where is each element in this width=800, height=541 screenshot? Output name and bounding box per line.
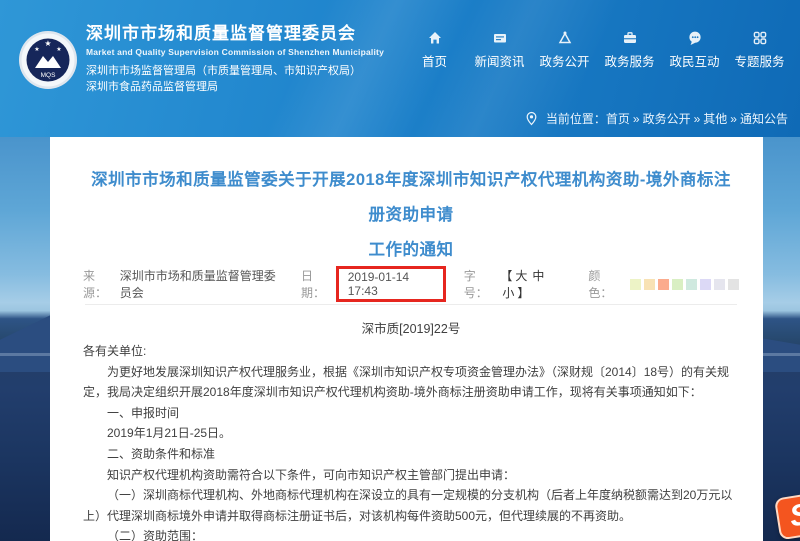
breadcrumb-item-other[interactable]: 其他 [703,110,727,127]
color-swatch[interactable] [714,279,725,290]
org-name-en: Market and Quality Supervision Commissio… [86,47,384,57]
scale-icon [557,30,573,46]
news-icon [492,30,508,46]
bureau-link-market[interactable]: 深圳市市场监督管理局（市质量管理局、市知识产权局） [86,64,384,80]
chat-icon [687,30,703,46]
paragraph-dates: 2019年1月21日-25日。 [83,423,739,444]
source-value: 深圳市市场和质量监督管理委员会 [120,267,283,301]
page: ★ ★ ★ MQS 深圳市市场和质量监督管理委员会 Market and Qua… [0,0,800,541]
breadcrumb: 当前位置： 首页 » 政务公开 » 其他 » 通知公告 [524,110,788,127]
fontsize-label: 字号： [464,267,497,301]
article-panel: 深圳市市场和质量监管委关于开展2018年度深圳市知识产权代理机构资助-境外商标注… [50,137,763,541]
svg-text:★: ★ [34,46,39,53]
breadcrumb-separator: » [694,112,701,126]
color-swatches [627,279,739,290]
paragraph-condition-1: （一）深圳商标代理机构、外地商标代理机构在深设立的具有一定规模的分支机构（后者上… [83,485,739,526]
color-swatch[interactable] [686,279,697,290]
fontsize-bracket-open: 【 [500,269,513,283]
agency-emblem-icon: ★ ★ ★ MQS [18,30,78,90]
nav-item-special-services[interactable]: 专题服务 [727,30,792,70]
meta-divider [85,304,737,305]
color-swatch[interactable] [658,279,669,290]
agency-logo: ★ ★ ★ MQS [18,30,78,90]
date-label: 日期： [301,267,334,301]
svg-text:★: ★ [44,39,51,48]
color-swatch[interactable] [644,279,655,290]
color-swatch[interactable] [672,279,683,290]
fontsize-bracket-close: 】 [517,286,530,300]
article-body: 各有关单位: 为更好地发展深圳知识产权代理服务业，根据《深圳市知识产权专项资金管… [83,341,739,541]
grid-icon [752,30,768,46]
org-identity: 深圳市市场和质量监督管理委员会 Market and Quality Super… [86,24,384,95]
briefcase-icon [622,30,638,46]
article-title-line2: 工作的通知 [83,233,739,268]
fontsize-large-button[interactable]: 大 [515,269,528,283]
article-title-line1: 深圳市市场和质量监管委关于开展2018年度深圳市知识产权代理机构资助-境外商标注… [83,163,739,233]
color-swatch[interactable] [630,279,641,290]
home-icon [427,30,443,46]
nav-item-gov-services[interactable]: 政务服务 [597,30,662,70]
location-pin-icon [524,111,539,126]
paragraph-heading-2: 二、资助条件和标准 [83,444,739,465]
nav-item-news[interactable]: 新闻资讯 [467,30,532,70]
source-label: 来源： [83,267,116,301]
bureau-links: 深圳市市场监督管理局（市质量管理局、市知识产权局） 深圳市食品药品监督管理局 [86,64,384,95]
fontsize-small-button[interactable]: 小 [502,286,515,300]
org-name-cn: 深圳市市场和质量监督管理委员会 [86,24,384,44]
color-swatch[interactable] [700,279,711,290]
bureau-link-food-drug[interactable]: 深圳市食品药品监督管理局 [86,80,384,96]
breadcrumb-item-notices[interactable]: 通知公告 [740,110,788,127]
fontsize-medium-button[interactable]: 中 [532,269,545,283]
paragraph-condition-2: （二）资助范围： [83,526,739,541]
color-label: 颜色： [588,267,621,301]
color-swatch[interactable] [728,279,739,290]
paragraph-intro: 为更好地发展深圳知识产权代理服务业，根据《深圳市知识产权专项资金管理办法》（深财… [83,362,739,403]
nav-item-home[interactable]: 首页 [402,30,467,70]
breadcrumb-separator: » [633,112,640,126]
breadcrumb-separator: » [730,112,737,126]
breadcrumb-item-home[interactable]: 首页 [606,110,630,127]
breadcrumb-prefix: 当前位置： [546,110,606,127]
date-value-highlighted: 2019-01-14 17:43 [336,266,446,302]
nav-item-public-interaction[interactable]: 政民互动 [662,30,727,70]
paragraph-salutation: 各有关单位: [83,341,739,362]
paragraph-conditions: 知识产权代理机构资助需符合以下条件，可向市知识产权主管部门提出申请： [83,465,739,486]
fontsize-control: 【大中小】 [500,267,570,301]
article-title: 深圳市市场和质量监管委关于开展2018年度深圳市知识产权代理机构资助-境外商标注… [83,163,739,268]
svg-text:MQS: MQS [41,72,56,79]
main-nav: 首页 新闻资讯 政务公开 政务服务 [402,30,792,70]
breadcrumb-item-disclosure[interactable]: 政务公开 [643,110,691,127]
nav-item-gov-disclosure[interactable]: 政务公开 [532,30,597,70]
svg-text:★: ★ [56,46,61,53]
article-meta: 来源： 深圳市市场和质量监督管理委员会 日期： 2019-01-14 17:43… [83,271,739,297]
paragraph-heading-1: 一、申报时间 [83,403,739,424]
document-number: 深市质[2019]22号 [83,319,739,339]
site-header: ★ ★ ★ MQS 深圳市市场和质量监督管理委员会 Market and Qua… [0,0,800,137]
